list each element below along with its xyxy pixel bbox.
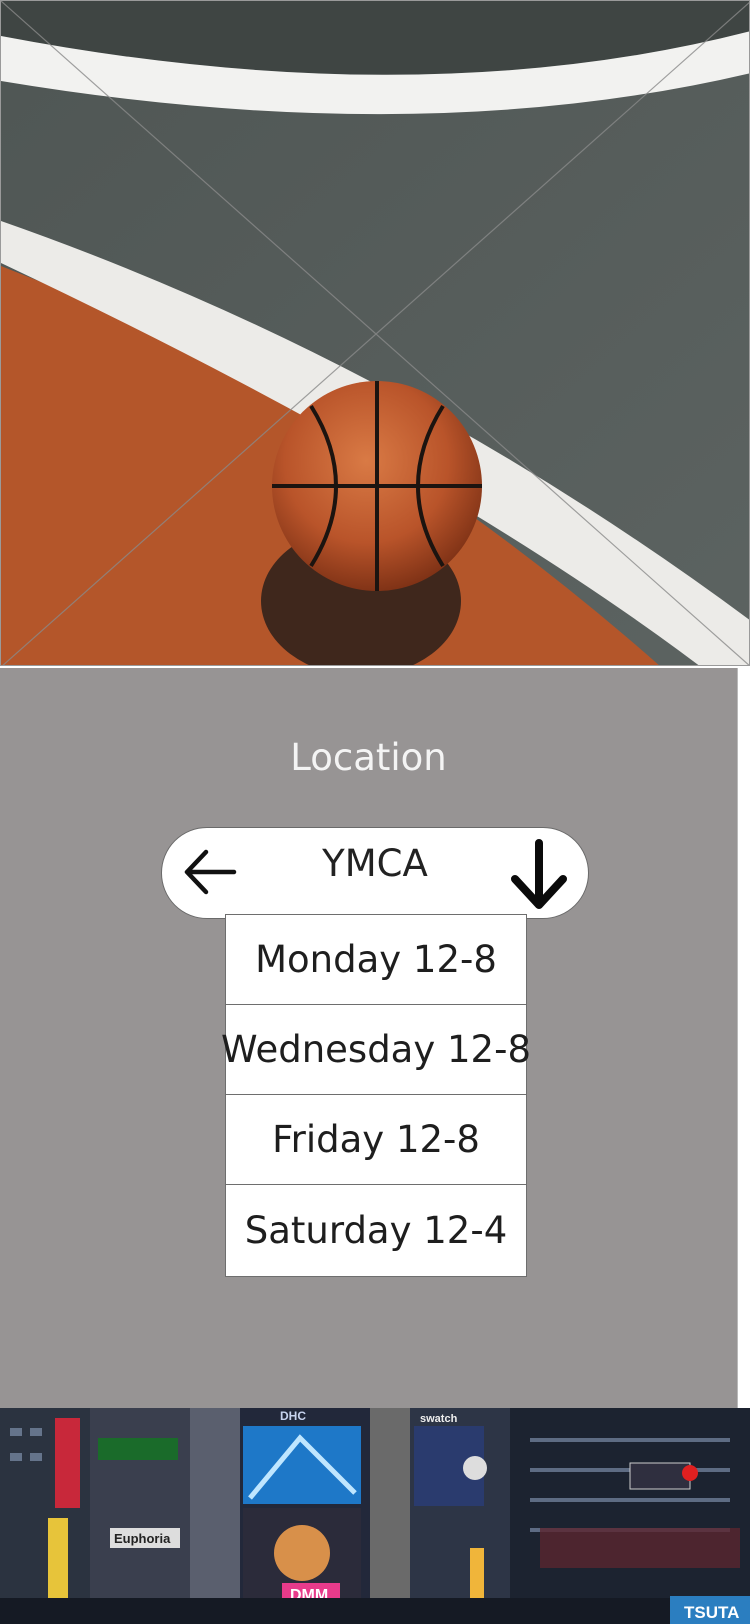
location-selector[interactable]: YMCA: [161, 827, 589, 919]
city-street-photo: Euphoria DMM DHC swatch TSUTA: [0, 1408, 750, 1624]
sign-text: swatch: [420, 1413, 458, 1425]
footer-image: Euphoria DMM DHC swatch TSUTA: [0, 1408, 750, 1624]
location-title: Location: [290, 736, 447, 779]
schedule-option[interactable]: Saturday 12-4: [226, 1185, 526, 1276]
schedule-option[interactable]: Monday 12-8: [226, 915, 526, 1005]
schedule-option[interactable]: Friday 12-8: [226, 1095, 526, 1185]
schedule-dropdown-list: Monday 12-8 Wednesday 12-8 Friday 12-8 S…: [221, 914, 531, 1277]
location-panel: Location YMCA Monday 12-8 Wednesday 12-8…: [0, 668, 738, 1408]
dropdown-button[interactable]: [507, 838, 571, 912]
hero-image: [0, 0, 750, 666]
sign-text: TSUTA: [684, 1603, 739, 1622]
basketball-court-photo: [1, 1, 749, 665]
schedule-option[interactable]: Wednesday 12-8: [221, 1005, 531, 1095]
arrow-down-icon: [511, 839, 567, 909]
sign-text: DHC: [280, 1409, 306, 1423]
sign-text: Euphoria: [114, 1531, 171, 1546]
